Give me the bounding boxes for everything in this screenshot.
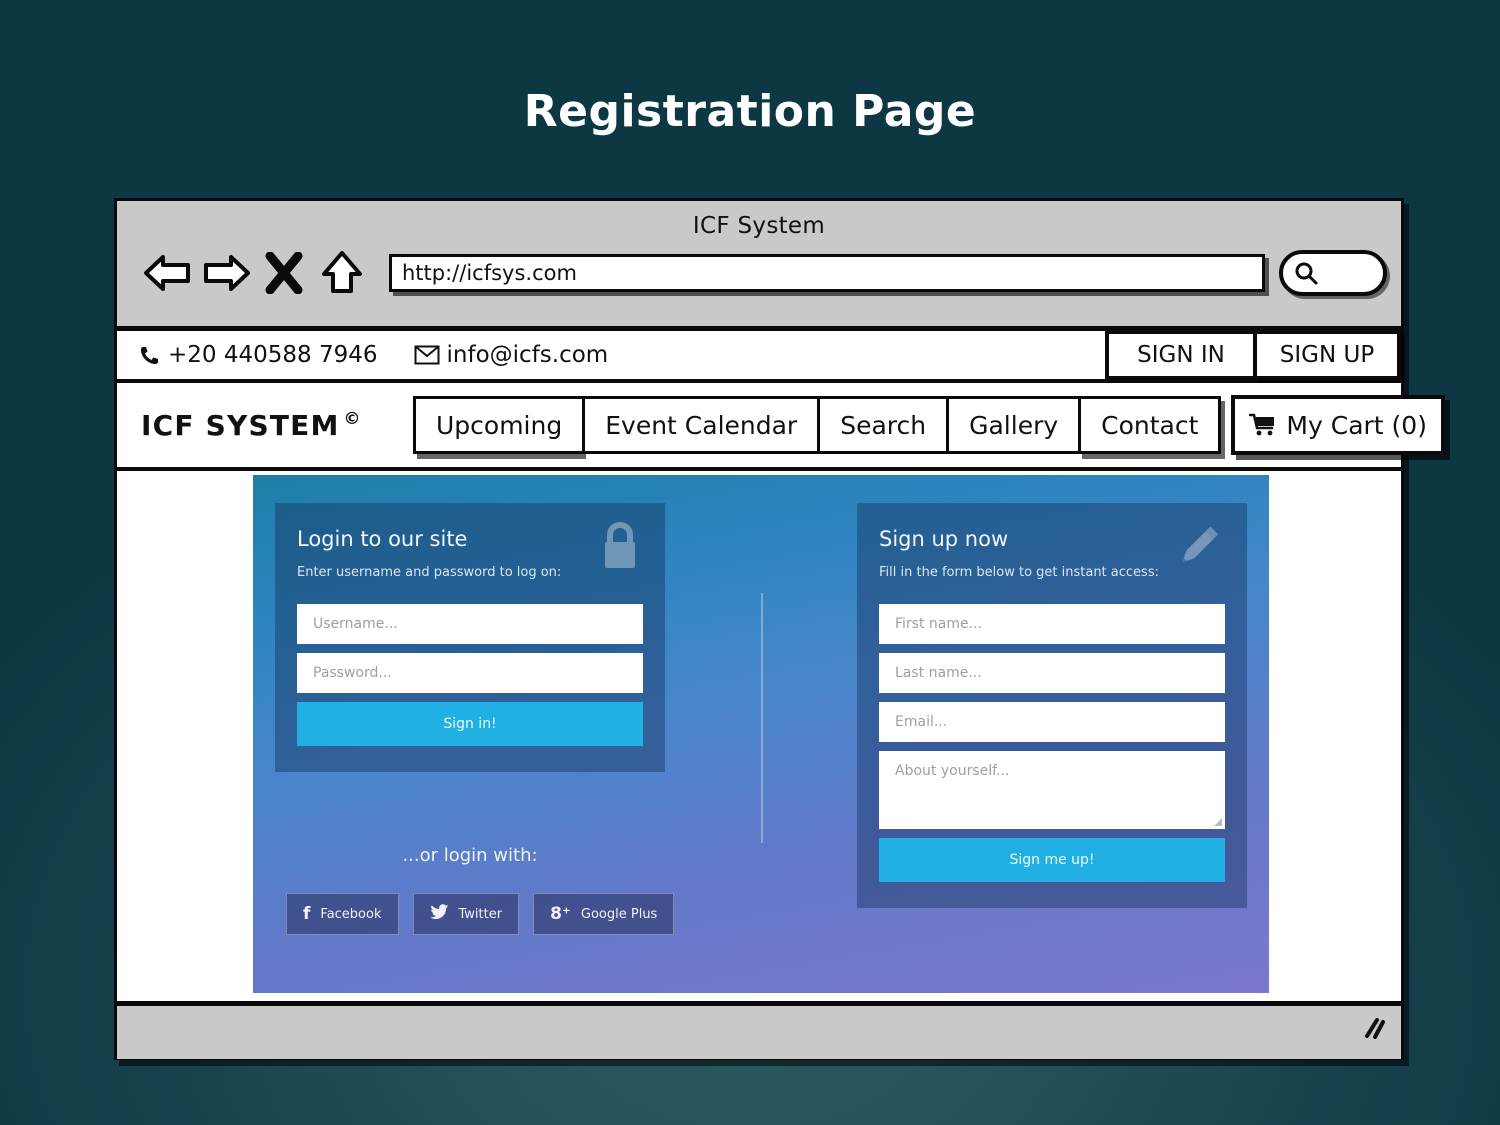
page-title: Registration Page bbox=[523, 86, 977, 137]
auth-hero: Login to our site Enter username and pas… bbox=[253, 475, 1269, 993]
facebook-label: Facebook bbox=[320, 906, 382, 922]
resize-grip-icon[interactable] bbox=[1359, 1016, 1385, 1047]
login-panel: Login to our site Enter username and pas… bbox=[275, 503, 665, 772]
site-logo-text: ICF SYSTEM bbox=[141, 408, 340, 442]
page-content: Login to our site Enter username and pas… bbox=[117, 471, 1401, 1001]
sign-in-submit-button[interactable]: Sign in! bbox=[297, 702, 643, 746]
google-plus-label: Google Plus bbox=[580, 906, 658, 922]
my-cart-button[interactable]: My Cart (0) bbox=[1231, 395, 1445, 455]
main-navbar: ICF SYSTEM © Upcoming Event Calendar Sea… bbox=[117, 383, 1445, 471]
phone-icon bbox=[141, 347, 158, 364]
nav-item-gallery[interactable]: Gallery bbox=[946, 396, 1079, 454]
nav-item-search[interactable]: Search bbox=[817, 396, 947, 454]
email-address: info@icfs.com bbox=[446, 342, 609, 368]
login-panel-header: Login to our site Enter username and pas… bbox=[297, 522, 643, 580]
email-placeholder: Email... bbox=[895, 714, 948, 730]
password-input[interactable]: Password... bbox=[297, 653, 643, 693]
facebook-login-button[interactable]: f Facebook bbox=[286, 893, 399, 935]
nav-item-list: Upcoming Event Calendar Search Gallery C… bbox=[413, 396, 1222, 454]
browser-status-bar bbox=[117, 1001, 1401, 1059]
signup-panel: Sign up now Fill in the form below to ge… bbox=[857, 503, 1247, 908]
contact-info: +20 440588 7946 info@icfs.com bbox=[117, 331, 1105, 379]
stop-x-icon[interactable] bbox=[255, 245, 313, 301]
search-icon bbox=[1295, 262, 1318, 285]
login-panel-subtitle: Enter username and password to log on: bbox=[297, 565, 562, 580]
twitter-label: Twitter bbox=[458, 906, 503, 922]
email-input[interactable]: Email... bbox=[879, 702, 1225, 742]
url-input[interactable]: http://icfsys.com bbox=[389, 254, 1265, 292]
google-plus-icon: 8⁺ bbox=[550, 904, 571, 924]
email-block: info@icfs.com bbox=[414, 342, 609, 368]
first-name-input[interactable]: First name... bbox=[879, 604, 1225, 644]
copyright-mark: © bbox=[343, 408, 362, 429]
my-cart-label: My Cart (0) bbox=[1286, 410, 1427, 440]
browser-search-button[interactable] bbox=[1279, 250, 1387, 296]
browser-chrome: ICF System http://icfsys.com bbox=[117, 201, 1401, 331]
pencil-icon bbox=[1171, 521, 1223, 578]
phone-block: +20 440588 7946 bbox=[139, 342, 378, 368]
signup-panel-header: Sign up now Fill in the form below to ge… bbox=[879, 526, 1225, 580]
forward-arrow-icon[interactable] bbox=[197, 245, 255, 301]
browser-window: ICF System http://icfsys.com +20 440588 … bbox=[114, 198, 1445, 1060]
or-login-with-label: ...or login with: bbox=[402, 845, 538, 866]
back-arrow-icon[interactable] bbox=[139, 245, 197, 301]
about-yourself-placeholder: About yourself... bbox=[895, 763, 1010, 779]
google-plus-login-button[interactable]: 8⁺ Google Plus bbox=[533, 893, 675, 935]
site-logo[interactable]: ICF SYSTEM © bbox=[131, 409, 413, 442]
nav-item-upcoming[interactable]: Upcoming bbox=[413, 396, 583, 454]
sign-in-button[interactable]: SIGN IN bbox=[1105, 331, 1253, 379]
last-name-input[interactable]: Last name... bbox=[879, 653, 1225, 693]
about-yourself-textarea[interactable]: About yourself... bbox=[879, 751, 1225, 829]
nav-item-contact[interactable]: Contact bbox=[1078, 396, 1222, 454]
nav-item-event-calendar[interactable]: Event Calendar bbox=[582, 396, 818, 454]
twitter-login-button[interactable]: Twitter bbox=[412, 893, 520, 935]
shopping-cart-icon bbox=[1249, 413, 1275, 436]
lock-icon bbox=[599, 521, 641, 578]
facebook-icon: f bbox=[303, 904, 311, 924]
home-icon[interactable] bbox=[313, 245, 371, 301]
browser-toolbar: http://icfsys.com bbox=[117, 239, 1401, 301]
sign-up-button[interactable]: SIGN UP bbox=[1253, 331, 1401, 379]
url-text: http://icfsys.com bbox=[402, 261, 577, 285]
contact-bar: +20 440588 7946 info@icfs.com SIGN IN SI… bbox=[117, 331, 1401, 383]
phone-number: +20 440588 7946 bbox=[168, 342, 378, 368]
envelope-icon bbox=[414, 345, 439, 365]
social-login-row: f Facebook Twitter 8⁺ Google Plus bbox=[286, 893, 675, 935]
sign-me-up-button[interactable]: Sign me up! bbox=[879, 838, 1225, 882]
first-name-placeholder: First name... bbox=[895, 616, 982, 632]
username-placeholder: Username... bbox=[313, 616, 398, 632]
login-panel-title: Login to our site bbox=[297, 527, 468, 551]
username-input[interactable]: Username... bbox=[297, 604, 643, 644]
browser-window-title: ICF System bbox=[692, 213, 826, 239]
password-placeholder: Password... bbox=[313, 665, 392, 681]
last-name-placeholder: Last name... bbox=[895, 665, 982, 681]
twitter-icon bbox=[429, 903, 449, 925]
